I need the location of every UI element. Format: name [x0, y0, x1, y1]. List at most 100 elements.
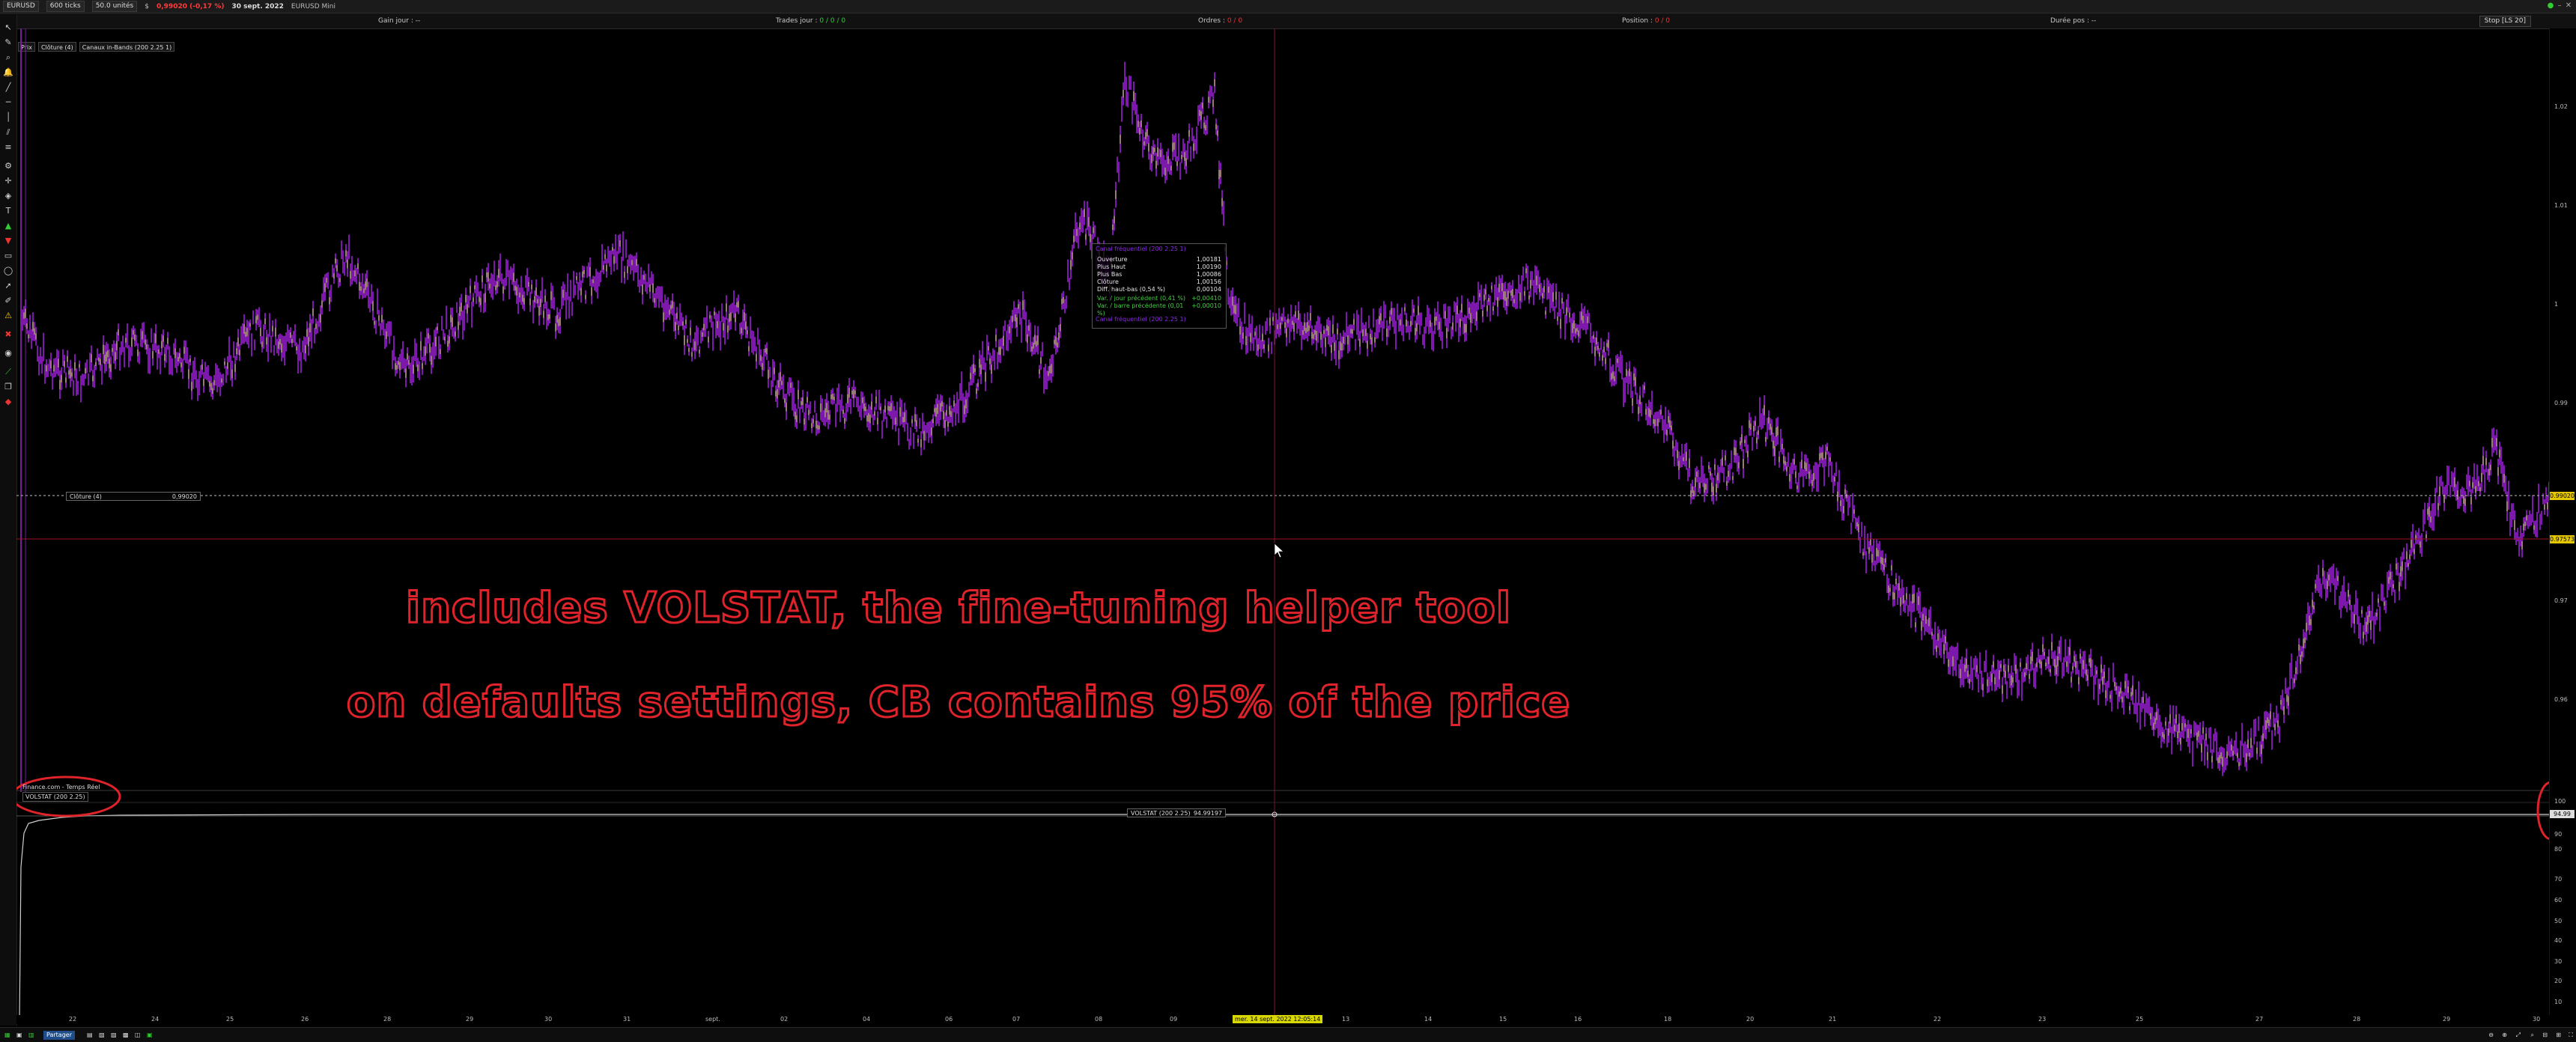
x-tick: 30	[544, 1016, 553, 1023]
x-tick: 29	[2443, 1016, 2451, 1023]
grid-icon[interactable]: ▦	[4, 1031, 10, 1040]
x-tick: 27	[2255, 1016, 2264, 1023]
tool-icon-d[interactable]: ▩	[123, 1031, 129, 1040]
y-sub-tick: 40	[2554, 937, 2563, 944]
layers-icon[interactable]: ❐	[3, 382, 13, 392]
cursor-icon[interactable]: ↖	[3, 22, 13, 33]
connection-icon: ●	[2547, 1, 2554, 10]
volstat-readout: VOLSTAT (200 2.25) 94.99197	[1127, 808, 1226, 817]
expand-icon[interactable]: ⛶	[2569, 1031, 2573, 1040]
magnify-plus-icon[interactable]: ⊞	[2556, 1031, 2561, 1040]
duree-position: Durée pos : --	[2050, 17, 2097, 25]
x-tick: 13	[1342, 1016, 1350, 1023]
y-sub-tick: 90	[2554, 831, 2563, 838]
rectangle-icon[interactable]: ▭	[3, 251, 13, 261]
x-tick: 30	[2533, 1016, 2541, 1023]
x-tick: 29	[466, 1016, 474, 1023]
chart-icon[interactable]: ▥	[28, 1031, 34, 1040]
ticks-selector[interactable]: 600 ticks	[46, 1, 85, 12]
account-status-bar: Gain jour : -- Trades jour : 0 / 0 / 0 O…	[0, 13, 2576, 29]
y-sub-tick: 10	[2554, 999, 2563, 1005]
fibonacci-icon[interactable]: ≡	[3, 142, 13, 153]
units-selector[interactable]: 50.0 unités	[91, 1, 138, 12]
x-tick: 15	[1499, 1016, 1507, 1023]
x-tick: 14	[1424, 1016, 1433, 1023]
y-tick: 1	[2554, 301, 2559, 308]
x-tick: 16	[1574, 1016, 1582, 1023]
gain-jour: Gain jour : --	[378, 17, 421, 25]
y-sub-tick: 50	[2554, 918, 2563, 924]
symbol-selector[interactable]: EURUSD	[3, 1, 39, 12]
x-tick: 22	[69, 1016, 77, 1023]
pencil-icon[interactable]: ✎	[3, 37, 13, 48]
windows-icon[interactable]: ▣	[16, 1031, 22, 1040]
tool-icon-b[interactable]: ▧	[99, 1031, 105, 1040]
x-tick: 06	[945, 1016, 953, 1023]
close-price-tag: 0.99020	[2550, 492, 2575, 500]
stop-button[interactable]: Stop [LS 20]	[2479, 16, 2531, 27]
y-sub-tick: 60	[2554, 897, 2563, 904]
volstat-legend[interactable]: VOLSTAT (200 2.25)	[22, 792, 88, 802]
y-sub-tick: 70	[2554, 876, 2563, 883]
y-tick: 0.99	[2554, 400, 2568, 406]
gear-icon[interactable]: ⚙	[3, 161, 13, 171]
mouse-pointer-icon	[1274, 543, 1284, 558]
vline-icon[interactable]: │	[3, 112, 13, 123]
volstat-line	[19, 814, 2550, 1021]
tooltip-row-green: Var. / barre précédente (0,01 %) +0,00010	[1097, 302, 1221, 317]
tool-icon-f[interactable]: ▣	[147, 1031, 153, 1040]
magnify-minus-icon[interactable]: ⊟	[2542, 1031, 2548, 1040]
buy-icon[interactable]: ▲	[3, 221, 13, 231]
top-bar: EURUSD 600 ticks 50.0 unités $ 0,99020 (…	[0, 0, 2576, 13]
sell-icon[interactable]: ▼	[3, 236, 13, 246]
search-icon[interactable]: ⌕	[2531, 1031, 2534, 1040]
delete-icon[interactable]: ✖	[3, 329, 13, 340]
minimize-icon[interactable]: –	[2555, 1, 2564, 10]
x-tick: 21	[1829, 1016, 1837, 1023]
ellipse-icon[interactable]: ◯	[3, 266, 13, 276]
time-cursor-tag: mer. 14 sept. 2022 12:05:14	[1233, 1015, 1323, 1023]
y-tick: 0.97	[2554, 597, 2568, 604]
x-tick: 31	[623, 1016, 631, 1023]
tool-icon-c[interactable]: ▨	[111, 1031, 117, 1040]
bell-icon[interactable]: 🔔	[3, 67, 13, 78]
x-tick: 20	[1746, 1016, 1755, 1023]
price-quote: 0,99020 (-0,17 %)	[157, 2, 225, 10]
x-tick: 26	[301, 1016, 309, 1023]
y-tick: 1.02	[2554, 103, 2568, 110]
price-axis[interactable]: 1.02 1.01 1 0.99 0.97 0.96 0.99020 0.975…	[2549, 28, 2576, 1020]
x-tick: 07	[1012, 1016, 1021, 1023]
share-button[interactable]: Partager	[43, 1031, 75, 1040]
warning-icon[interactable]: ⚠	[3, 311, 13, 321]
crosshair-icon[interactable]: ✛	[3, 176, 13, 186]
data-source-label: Finance.com - Temps Réel	[22, 784, 100, 790]
close-icon[interactable]: ✕	[2564, 1, 2573, 10]
text-icon[interactable]: T	[3, 206, 13, 216]
tooltip-row: Diff. haut-bas (0,54 %) 0,00104	[1097, 286, 1221, 293]
eye-icon[interactable]: ◉	[3, 348, 13, 359]
zoom-icon[interactable]: ⌕	[3, 52, 13, 63]
bottom-taskbar: ▦ ▣ ▥ Partager ▤ ▧ ▨ ▩ ◫ ▣ ⊖ ⊕ ⤢ ⌕ ⊟ ⊞ ⛶	[0, 1027, 2576, 1042]
tool-icon-e[interactable]: ◫	[135, 1031, 141, 1040]
zoom-out-icon[interactable]: ⊖	[2488, 1031, 2494, 1040]
tool-icon-a[interactable]: ▤	[87, 1031, 93, 1040]
y-sub-tick: 80	[2554, 846, 2563, 853]
channel-icon[interactable]: ⫽	[3, 127, 13, 138]
hline-icon[interactable]: ─	[3, 97, 13, 108]
line-icon[interactable]: ╱	[3, 82, 13, 93]
trend-icon[interactable]: ⟋	[3, 367, 13, 377]
tooltip-row: Ouverture 1,00181	[1097, 256, 1221, 263]
brush-icon[interactable]: ✐	[3, 296, 13, 306]
arrow-icon[interactable]: ➚	[3, 281, 13, 291]
lock-icon[interactable]: ◆	[3, 397, 13, 407]
fit-icon[interactable]: ⤢	[2516, 1031, 2521, 1040]
tooltip-footer: Canal fréquentiel (200 2.25 1)	[1096, 316, 1186, 323]
x-tick: 18	[1664, 1016, 1672, 1023]
price-chart-area[interactable]	[10, 28, 2566, 1021]
cursor-price-tag: 0.97573	[2550, 535, 2575, 543]
x-tick: 09	[1170, 1016, 1178, 1023]
y-tick: 0.96	[2554, 696, 2568, 703]
y-sub-tick: 100	[2554, 798, 2566, 805]
zoom-in-icon[interactable]: ⊕	[2502, 1031, 2507, 1040]
magnet-icon[interactable]: ◈	[3, 191, 13, 201]
